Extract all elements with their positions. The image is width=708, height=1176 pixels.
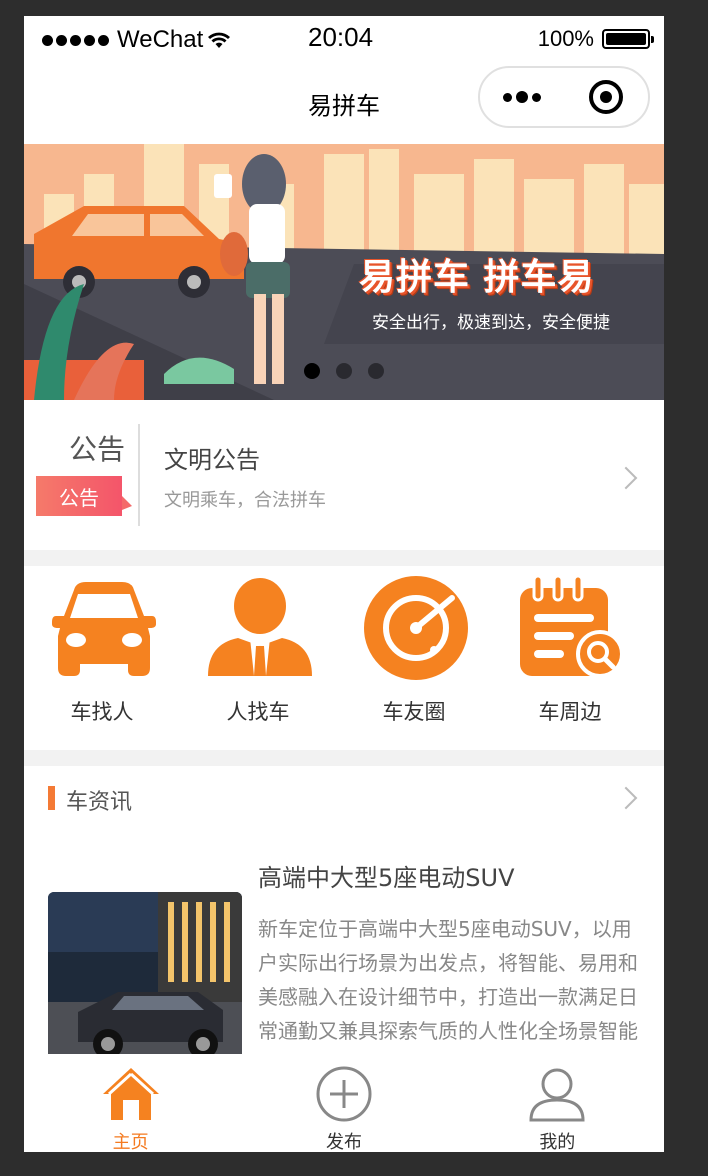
carrier-label: WeChat (117, 26, 204, 53)
signal-indicator: WeChat (42, 26, 231, 54)
indicator-dot[interactable] (368, 363, 384, 379)
grid-label: 车找人 (70, 700, 134, 724)
chevron-right-icon[interactable] (614, 466, 638, 490)
battery-icon (602, 29, 654, 49)
grid-item-car-nearby[interactable]: 车周边 (492, 566, 648, 750)
chevron-right-icon[interactable] (614, 786, 638, 810)
status-bar: WeChat 20:04 100% (24, 16, 664, 60)
banner-carousel[interactable]: 易拼车 拼车易 安全出行，极速到达，安全便捷 (24, 144, 664, 400)
tab-label: 主页 (112, 1132, 149, 1152)
nav-bar: 易拼车 (24, 60, 664, 144)
divider (24, 550, 664, 566)
status-time: 20:04 (308, 22, 374, 52)
person-icon (208, 578, 312, 676)
banner-subtitle: 安全出行，极速到达，安全便捷 (372, 313, 610, 333)
battery-percent: 100% (537, 26, 594, 51)
user-icon (529, 1068, 585, 1122)
plus-circle-icon (316, 1066, 372, 1122)
indicator-dot[interactable] (336, 363, 352, 379)
car-icon (52, 582, 156, 676)
suv-photo (48, 892, 242, 1076)
news-title: 高端中大型5座电动SUV (258, 864, 515, 892)
grid-item-car-circle[interactable]: 车友圈 (336, 566, 492, 750)
grid-label: 车周边 (538, 700, 602, 724)
carousel-indicators (304, 363, 384, 379)
news-thumbnail (48, 892, 242, 1076)
notice-bar[interactable]: 公告 公告 文明公告 文明乘车，合法拼车 (24, 400, 664, 550)
section-accent-bar (48, 786, 55, 810)
radar-icon (364, 576, 468, 680)
grid-label: 人找车 (226, 700, 290, 724)
news-item[interactable]: 高端中大型5座电动SUV 新车定位于高端中大型5座电动SUV，以用户实际出行场景… (24, 846, 664, 1076)
tab-publish[interactable]: 发布 (237, 1054, 450, 1152)
tab-mine[interactable]: 我的 (451, 1054, 664, 1152)
notice-label-block: 公告 公告 (36, 428, 142, 516)
grid-item-car-find-people[interactable]: 车找人 (24, 566, 180, 750)
phone-screen: WeChat 20:04 100% 易拼车 易拼车 拼车易 安全出行，极速到达，… (24, 16, 664, 1152)
news-section-header[interactable]: 车资讯 (24, 766, 664, 830)
tab-label: 我的 (539, 1132, 576, 1152)
calendar-search-icon (520, 576, 624, 678)
target-close-icon[interactable] (564, 68, 648, 126)
function-grid: 车找人 人找车 车友圈 车周边 (24, 566, 664, 750)
more-dots-icon[interactable] (480, 68, 564, 126)
notice-divider (138, 424, 140, 526)
divider (24, 750, 664, 766)
news-description: 新车定位于高端中大型5座电动SUV，以用户实际出行场景为出发点，将智能、易用和美… (258, 917, 638, 1076)
banner-title: 易拼车 拼车易 (359, 257, 595, 298)
home-icon (102, 1068, 159, 1120)
indicator-dot[interactable] (304, 363, 320, 379)
notice-subtitle: 文明乘车，合法拼车 (164, 490, 326, 511)
grid-label: 车友圈 (382, 700, 446, 724)
tab-label: 发布 (325, 1132, 362, 1152)
notice-label: 公告 (68, 433, 125, 466)
grid-item-people-find-car[interactable]: 人找车 (180, 566, 336, 750)
battery-indicator: 100% (537, 26, 654, 52)
section-title: 车资讯 (66, 790, 133, 815)
notice-title: 文明公告 (164, 446, 260, 474)
notice-tag: 公告 (36, 476, 132, 516)
wifi-icon (208, 32, 231, 48)
tab-home[interactable]: 主页 (24, 1054, 237, 1152)
tab-bar: 主页 发布 我的 (24, 1054, 664, 1152)
signal-dots-icon (42, 34, 109, 46)
miniprogram-capsule (478, 66, 650, 128)
